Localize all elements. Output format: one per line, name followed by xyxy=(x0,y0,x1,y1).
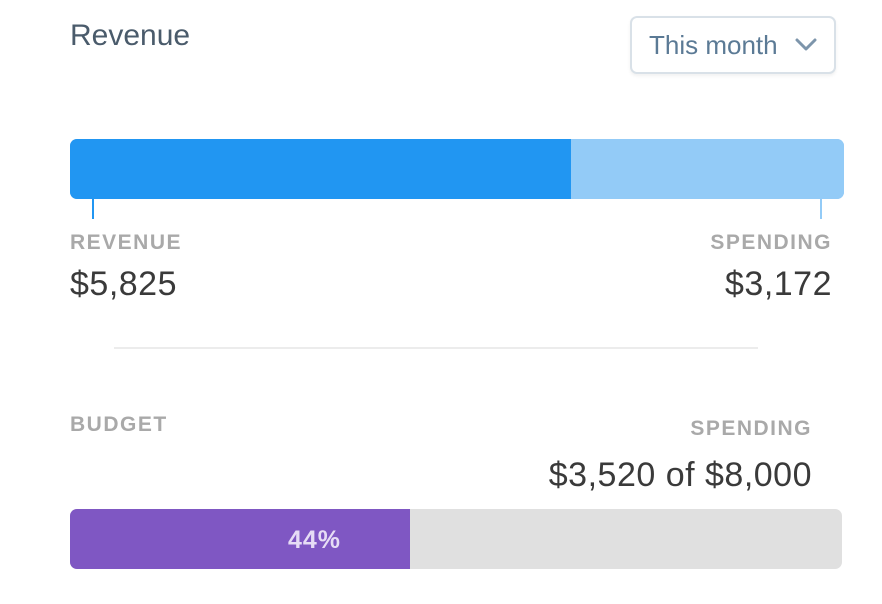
revenue-segment xyxy=(70,139,572,199)
budget-progress-fill xyxy=(70,509,410,569)
section-divider xyxy=(114,347,758,349)
budget-label: BUDGET xyxy=(70,413,168,436)
card-title: Revenue xyxy=(70,19,191,52)
spending-label: SPENDING xyxy=(710,231,832,254)
spending-segment xyxy=(571,139,844,199)
chevron-down-icon xyxy=(795,38,817,51)
budget-percent: 44% xyxy=(288,526,342,554)
budget-spending-label: SPENDING xyxy=(690,417,812,440)
budget-progress-bar: 44% xyxy=(70,509,842,569)
revenue-marker xyxy=(92,199,94,219)
revenue-amount: $5,825 xyxy=(70,265,177,303)
revenue-spending-bar xyxy=(70,139,844,199)
spending-marker xyxy=(820,199,822,219)
spending-amount: $3,172 xyxy=(725,265,832,303)
period-dropdown-value: This month xyxy=(649,29,778,60)
revenue-label: REVENUE xyxy=(70,231,183,254)
period-dropdown[interactable]: This month xyxy=(630,16,836,74)
budget-summary: $3,520 of $8,000 xyxy=(548,456,812,494)
